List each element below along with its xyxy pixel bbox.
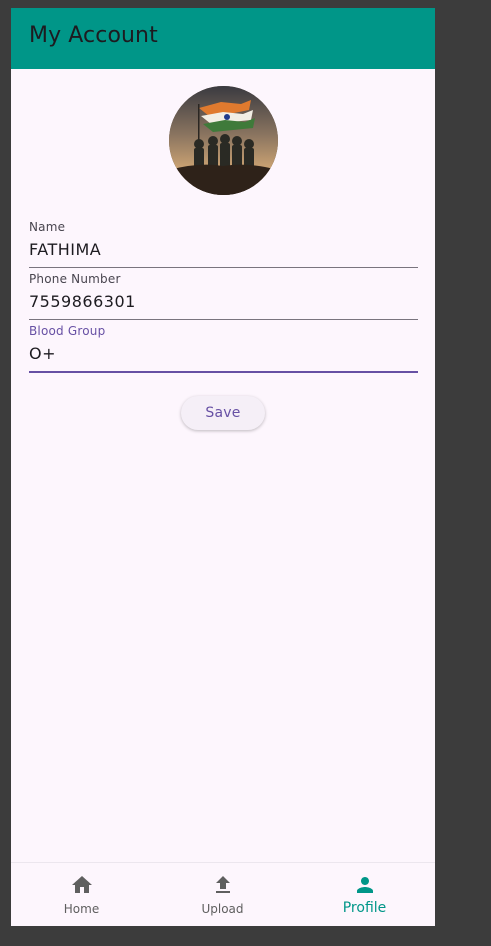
name-underline — [29, 267, 418, 268]
nav-label-home: Home — [63, 902, 100, 916]
nav-label-upload: Upload — [201, 902, 244, 916]
upload-icon — [215, 876, 230, 893]
blood-group-underline — [29, 371, 418, 373]
person-icon — [356, 877, 373, 893]
app-window: My Account Name FATHIMA Phone Number 755… — [11, 8, 435, 926]
bottom-navigation: Home Upload Profile — [11, 862, 435, 926]
page-title: My Account — [29, 23, 158, 48]
phone-label: Phone Number — [29, 272, 121, 286]
phone-input[interactable]: 7559866301 — [29, 292, 136, 311]
blood-group-label: Blood Group — [29, 324, 106, 338]
app-bar: My Account — [11, 8, 435, 69]
home-icon — [71, 876, 92, 893]
name-label: Name — [29, 220, 66, 234]
nav-item-profile[interactable]: Profile — [294, 863, 435, 926]
nav-item-home[interactable]: Home — [11, 863, 152, 926]
save-button[interactable]: Save — [181, 396, 265, 430]
soldiers-flag-image — [169, 86, 278, 195]
name-input[interactable]: FATHIMA — [29, 240, 101, 259]
nav-label-profile: Profile — [342, 900, 387, 916]
avatar[interactable] — [169, 86, 278, 195]
phone-underline — [29, 319, 418, 320]
blood-group-input[interactable]: O+ — [29, 344, 56, 363]
nav-item-upload[interactable]: Upload — [152, 863, 293, 926]
